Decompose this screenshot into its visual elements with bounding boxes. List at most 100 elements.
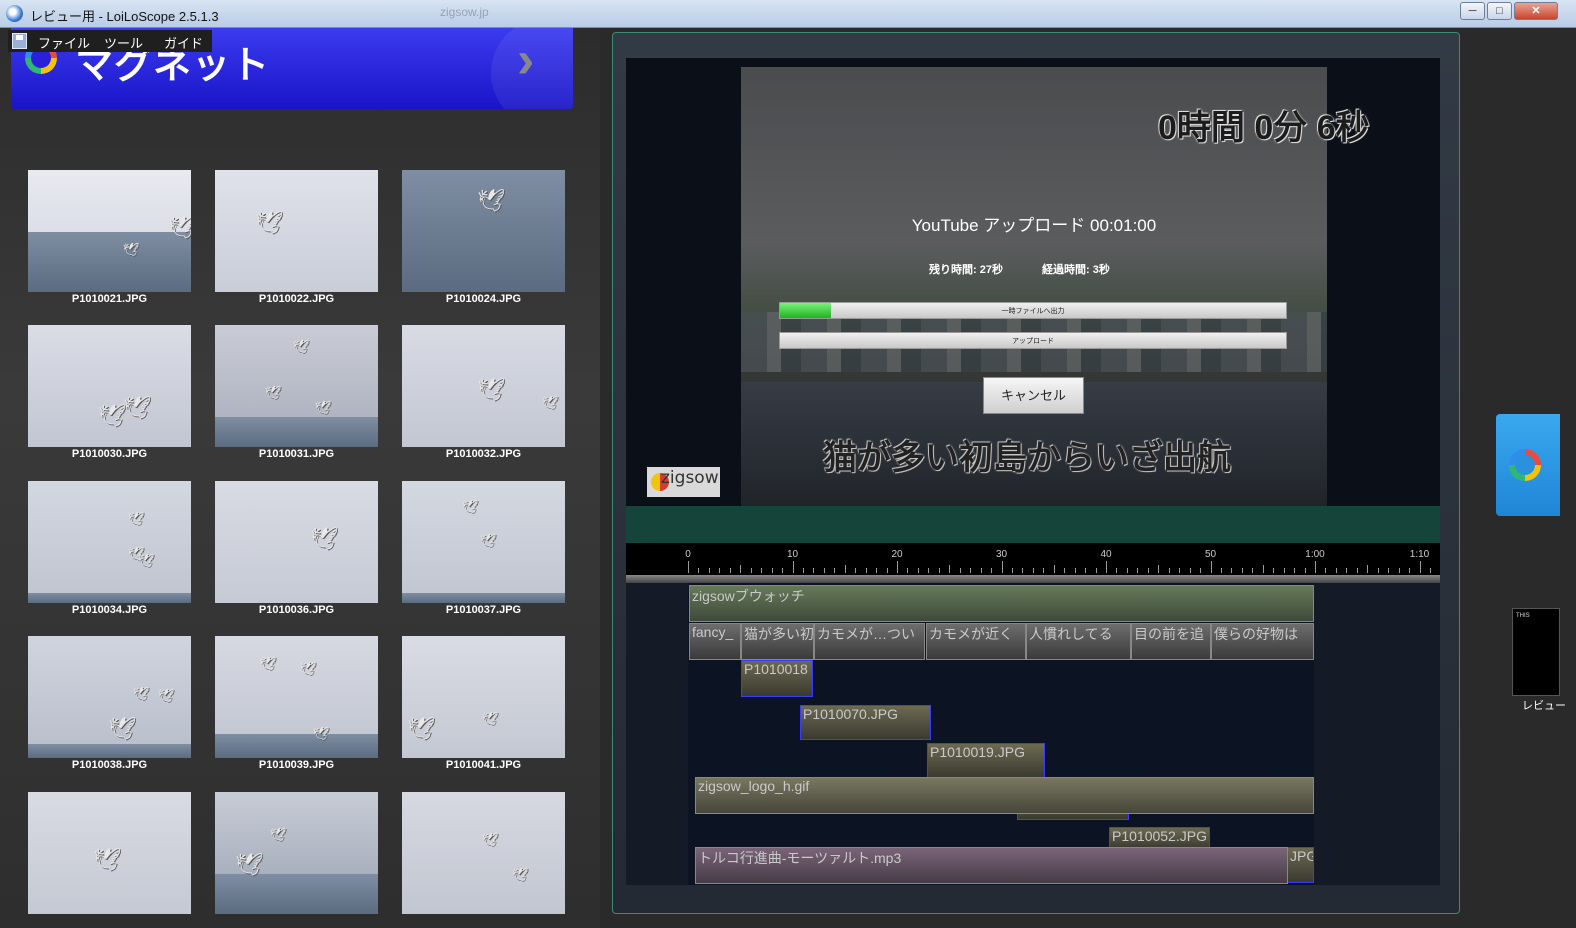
thumbnail-image[interactable]: 🕊 xyxy=(28,792,191,914)
remaining-time: 残り時間: 27秒 xyxy=(929,264,1003,276)
loilo-ring-icon xyxy=(1509,449,1541,481)
minimize-button[interactable]: ─ xyxy=(1460,2,1485,20)
ruler-tick xyxy=(1168,568,1170,573)
ruler-tick xyxy=(1074,568,1076,573)
seagull-image: 🕊 xyxy=(477,188,505,213)
ruler-tick xyxy=(1064,568,1066,573)
menu-tools[interactable]: ツール xyxy=(104,33,143,52)
thumbnail-image[interactable]: 🕊 🕊 🕊 xyxy=(28,636,191,758)
timeline-clip[interactable]: P1010019.JPG xyxy=(927,743,1045,778)
thumbnail-image[interactable]: 🕊 🕊 xyxy=(402,636,565,758)
thumbnail-image[interactable]: 🕊 🕊 xyxy=(402,792,565,914)
cancel-button[interactable]: キャンセル xyxy=(983,377,1084,414)
ruler-tick xyxy=(729,568,731,573)
loilo-side-tab[interactable] xyxy=(1496,414,1560,516)
seagull-image: 🕊 xyxy=(123,242,140,257)
thumbnail-label: P1010039.JPG xyxy=(258,759,335,771)
timeline-clip[interactable]: 目の前を追 xyxy=(1131,623,1211,660)
zigsow-logo-text: zigsow xyxy=(661,468,719,488)
thumbnail-image[interactable]: 🕊 🕊 🕊 xyxy=(28,481,191,603)
chevron-right-icon[interactable]: › xyxy=(517,30,534,90)
timeline-clip[interactable]: 猫が多い初 xyxy=(741,623,814,660)
ruler-label: 40 xyxy=(1100,549,1112,560)
thumbnail-label: P1010038.JPG xyxy=(71,759,148,771)
ruler-tick xyxy=(980,568,982,573)
ruler-scrollbar[interactable] xyxy=(626,575,1440,583)
thumbnail-image[interactable]: 🕊 🕊 xyxy=(28,170,191,292)
seagull-image: 🕊 xyxy=(265,385,282,400)
maximize-button[interactable]: □ xyxy=(1487,2,1512,20)
ruler-tick xyxy=(917,568,919,573)
ruler-tick xyxy=(1241,568,1243,573)
ruler-tick xyxy=(1283,568,1285,573)
save-icon[interactable] xyxy=(12,33,27,49)
timeline-clip[interactable]: fancy_ xyxy=(689,623,741,660)
ruler-tick xyxy=(1022,568,1024,573)
thumbnail-image[interactable]: 🕊 🕊 xyxy=(402,325,565,447)
ruler-tick xyxy=(949,565,951,573)
menu-guide[interactable]: ガイド xyxy=(164,33,203,52)
ruler-tick xyxy=(844,565,846,573)
seagull-image: 🕊 xyxy=(300,661,317,676)
ruler-tick xyxy=(740,565,742,573)
ruler-tick xyxy=(1252,568,1254,573)
timeline-clip[interactable]: zigsowブウォッチ xyxy=(689,585,1314,622)
ruler-tick xyxy=(1335,568,1337,573)
seagull-image: 🕊 xyxy=(315,400,332,415)
ruler-tick xyxy=(719,568,721,573)
timeline-clip[interactable]: P1010070.JPG xyxy=(800,705,931,740)
timeline-clip[interactable]: zigsow_logo_h.gif xyxy=(695,777,1314,814)
thumbnail-image[interactable]: 🕊 xyxy=(215,170,378,292)
timeline-clip[interactable]: カモメが近く xyxy=(926,623,1026,660)
ruler-tick xyxy=(876,568,878,573)
ruler-label: 20 xyxy=(891,549,903,560)
ruler-tick xyxy=(761,568,763,573)
thumbnail-image[interactable]: 🕊 xyxy=(215,481,378,603)
thumbnail-image[interactable]: 🕊 🕊 🕊 xyxy=(215,636,378,758)
ruler-tick xyxy=(1106,561,1107,573)
thumbnail-image[interactable]: 🕊 xyxy=(402,170,565,292)
thumbnail-image[interactable]: 🕊 🕊 🕊 xyxy=(215,325,378,447)
video-subtitle: 猫が多い初島からいざ出航 xyxy=(823,439,1231,477)
menu-file[interactable]: ファイル xyxy=(38,33,90,52)
ruler-tick xyxy=(1126,568,1128,573)
ruler-tick xyxy=(834,568,836,573)
mini-window-thumbnail[interactable]: THIS xyxy=(1512,608,1560,696)
timeline-clip[interactable]: 人慣れしてる xyxy=(1026,623,1131,660)
timeline-ruler[interactable]: 0 10 20 30 40 50 1:00 1:10 xyxy=(626,543,1440,583)
timeline-clip[interactable]: P1010018 xyxy=(741,660,813,697)
thumbnail-image[interactable]: 🕊 🕊 xyxy=(402,481,565,603)
export-progress-label: 一時ファイルへ出力 xyxy=(1001,308,1065,315)
ruler-tick xyxy=(1325,568,1327,573)
export-progress-bar: 一時ファイルへ出力 xyxy=(779,302,1287,319)
upload-progress-label: アップロード xyxy=(1012,338,1054,345)
ruler-tick xyxy=(1294,568,1296,573)
thumbnail-image[interactable]: 🕊 🕊 xyxy=(215,792,378,914)
ruler-label: 50 xyxy=(1204,549,1217,560)
seagull-image: 🕊 xyxy=(482,832,499,847)
ruler-tick xyxy=(1158,565,1160,573)
ruler-tick xyxy=(1231,568,1233,573)
thumbnail-image[interactable]: 🕊 🕊 xyxy=(28,325,191,447)
ruler-label: 0 xyxy=(685,549,691,560)
ruler-tick xyxy=(1116,568,1118,573)
ruler-tick xyxy=(771,568,773,573)
timeline-clip[interactable]: 僕らの好物は xyxy=(1211,623,1314,660)
thumbnail-label: P1010037.JPG xyxy=(445,604,522,616)
timeline-clip[interactable]: トルコ行進曲-モーツァルト.mp3 xyxy=(695,847,1288,884)
ruler-tick xyxy=(1179,568,1181,573)
ruler-tick xyxy=(1053,565,1055,573)
thumbnail-label: P1010024.JPG xyxy=(445,293,522,305)
ruler-tick xyxy=(1315,561,1316,573)
ruler-tick xyxy=(886,568,888,573)
menu-bar: ファイル ツール ガイド xyxy=(8,30,212,52)
timeline-clip[interactable]: カモメが…つい xyxy=(814,623,925,660)
seagull-image: 🕊 xyxy=(293,339,310,354)
close-button[interactable]: ✕ xyxy=(1514,2,1558,20)
timeline-clip[interactable]: P1010052.JPG xyxy=(1109,827,1210,849)
ruler-tick xyxy=(865,568,867,573)
timeline-clip[interactable]: JPG xyxy=(1287,847,1314,883)
ruler-label: 30 xyxy=(995,549,1008,560)
elapsed-timer: 0時間 0分 6秒 xyxy=(1158,109,1370,147)
ruler-tick xyxy=(1210,561,1212,573)
